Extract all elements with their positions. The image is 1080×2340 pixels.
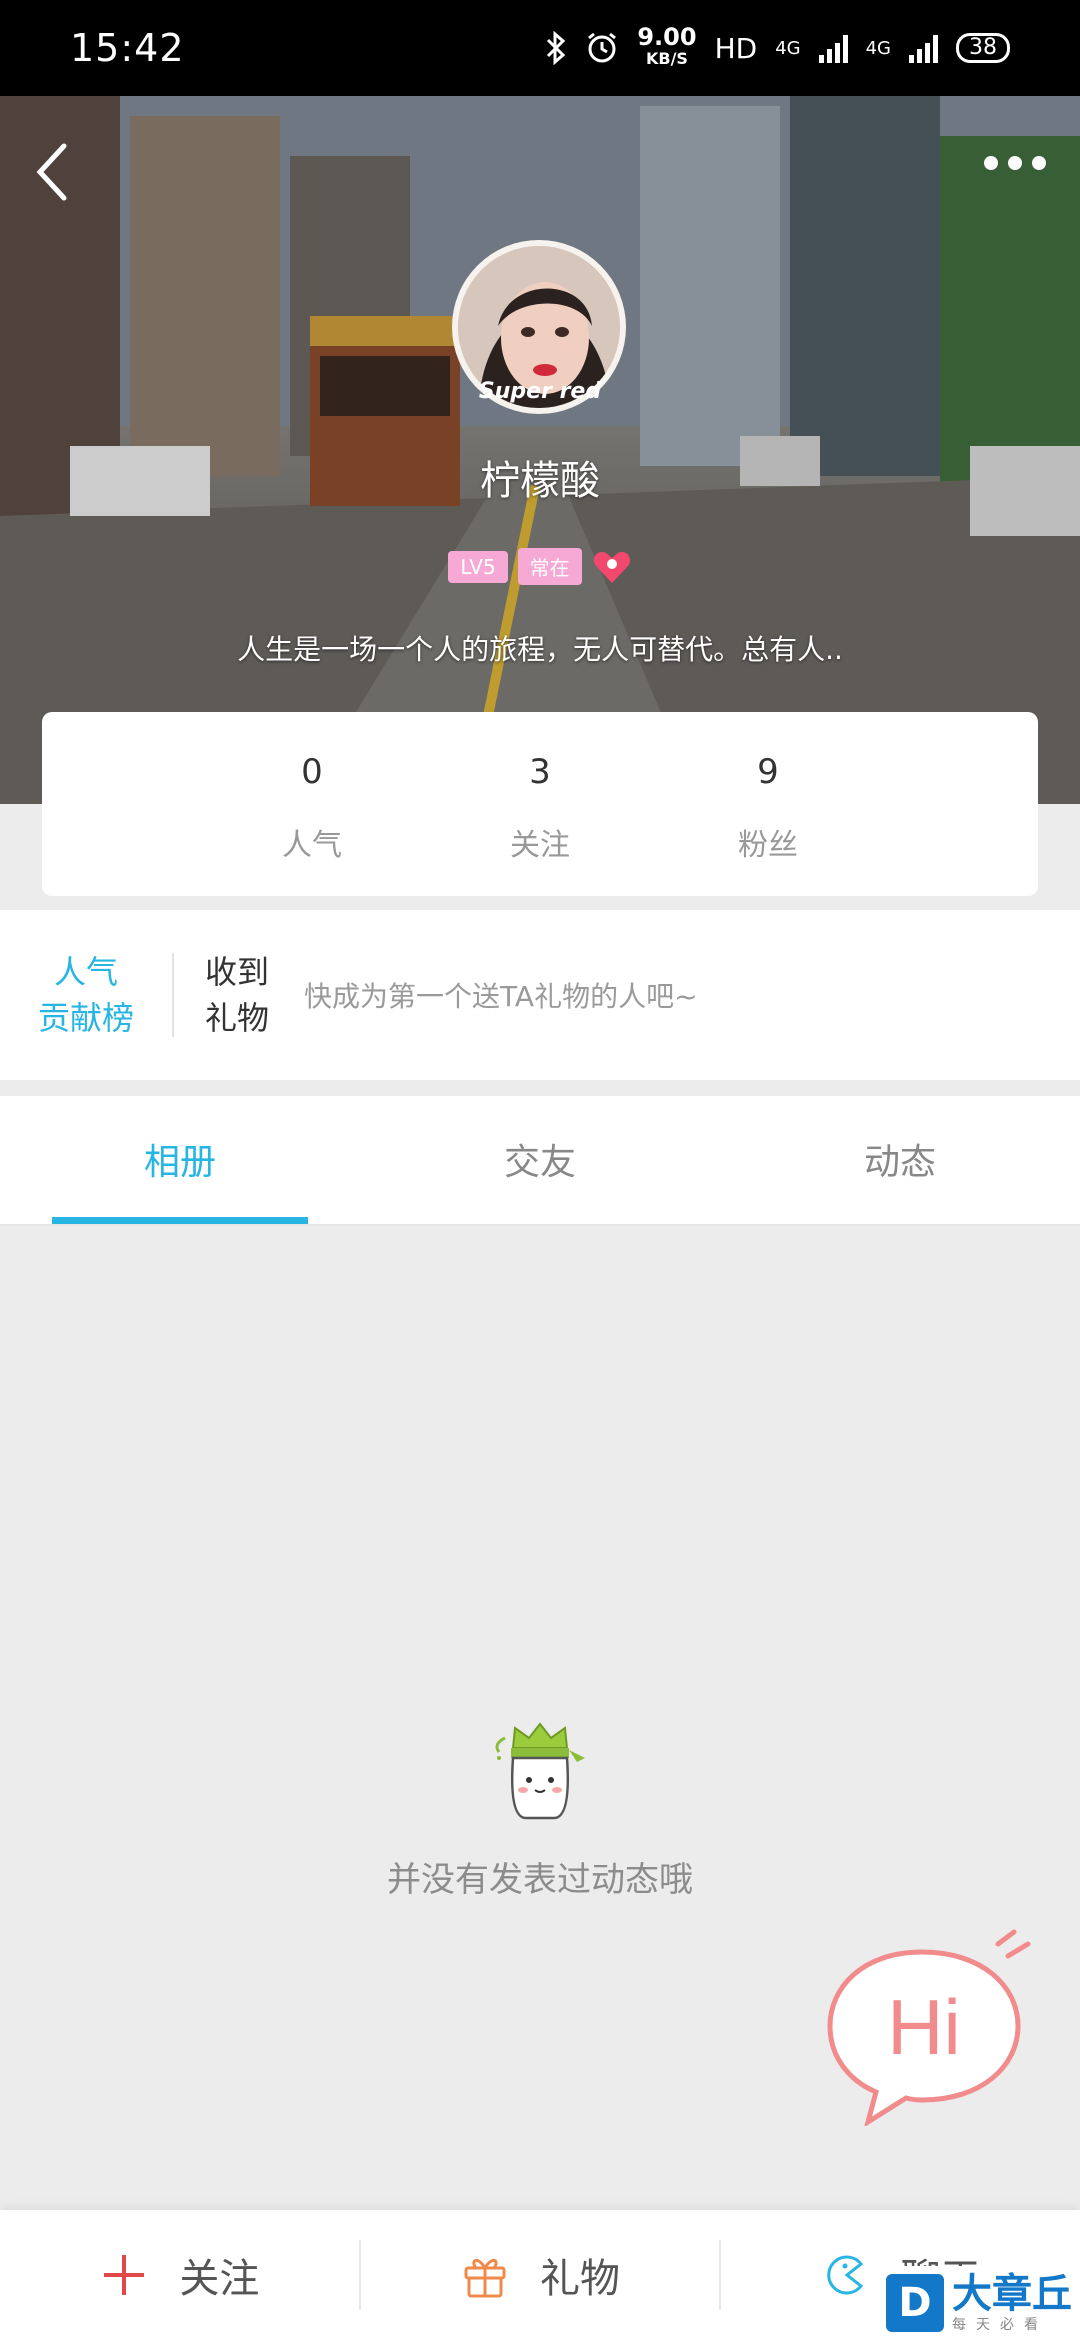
speed-value: 9.00	[637, 23, 697, 51]
watermark-subtitle: 每天必看	[952, 2317, 1048, 2333]
network-type-2: 4G	[865, 37, 891, 59]
tab-moments[interactable]: 动态	[720, 1096, 1080, 1224]
status-badge: 常在	[517, 548, 582, 585]
follow-label: 关注	[179, 2256, 260, 2302]
profile-badges: LV5 常在	[0, 548, 1080, 585]
profile-bio: 人生是一场一个人的旅程，无人可替代。总有人..	[237, 633, 843, 666]
gift-icon	[464, 2259, 506, 2298]
stat-label: 人气	[282, 828, 342, 863]
received-line1: 收到	[204, 953, 269, 991]
received-gifts-label: 收到 礼物	[174, 949, 300, 1041]
heart-location-icon	[593, 551, 630, 583]
network-speed: 9.00 KB/S	[637, 23, 697, 70]
more-dot-icon	[1032, 156, 1046, 170]
alarm-icon	[588, 32, 617, 63]
watermark-logo: D	[886, 2274, 944, 2332]
stat-value: 3	[529, 752, 551, 792]
stat-popularity[interactable]: 0 人气	[198, 712, 426, 896]
stat-fans[interactable]: 9 粉丝	[654, 712, 882, 896]
rank-label-line2: 贡献榜	[37, 999, 134, 1037]
received-line2: 礼物	[204, 999, 269, 1037]
rank-label-line1: 人气	[53, 953, 118, 991]
battery-icon: 38	[956, 33, 1010, 63]
speed-unit: KB/S	[645, 49, 688, 68]
gift-label: 礼物	[540, 2256, 620, 2302]
follow-button[interactable]: 关注	[0, 2246, 359, 2304]
signal-icon-2	[909, 33, 938, 63]
hi-greeting-button[interactable]: Hi	[822, 1926, 1044, 2126]
empty-mascot-icon	[495, 1722, 585, 1820]
tab-friends[interactable]: 交友	[360, 1096, 720, 1224]
more-dot-icon	[1008, 156, 1022, 170]
stat-label: 关注	[510, 828, 570, 863]
empty-state: 并没有发表过动态哦	[0, 1720, 1080, 1901]
empty-state-text: 并没有发表过动态哦	[387, 1860, 693, 1900]
hi-bubble-text: Hi	[887, 1983, 961, 2071]
avatar-caption: Super red	[478, 379, 602, 404]
stat-value: 9	[757, 752, 779, 792]
gift-button[interactable]: 礼物	[361, 2246, 720, 2304]
gift-section[interactable]: 人气 贡献榜 收到 礼物 快成为第一个送TA礼物的人吧~	[0, 910, 1080, 1080]
chat-icon	[826, 2255, 863, 2295]
network-type-1: 4G	[775, 37, 801, 59]
more-options-button[interactable]	[984, 156, 1046, 170]
stats-card: 0 人气 3 关注 9 粉丝	[42, 712, 1038, 896]
back-button[interactable]	[30, 136, 80, 206]
gift-empty-tip: 快成为第一个送TA礼物的人吧~	[304, 980, 698, 1013]
profile-tabs: 相册 交友 动态	[0, 1096, 1080, 1226]
bluetooth-icon	[547, 31, 566, 65]
status-time: 15:42	[70, 26, 185, 70]
stat-following[interactable]: 3 关注	[426, 712, 654, 896]
site-watermark: D 大章丘 每天必看	[880, 2266, 1080, 2340]
stat-label: 粉丝	[738, 828, 798, 863]
status-icons: 9.00 KB/S HD 4G 4G 38	[545, 23, 1010, 70]
level-badge: LV5	[448, 550, 508, 583]
watermark-title: 大章丘	[952, 2271, 1072, 2317]
profile-cover: Super red 柠檬酸 LV5 常在 人生是一场一个人的旅程，无人可替代。总…	[0, 96, 1080, 804]
profile-nickname: 柠檬酸	[480, 458, 600, 504]
status-bar: 15:42 9.00 KB/S HD 4G 4G 38	[0, 0, 1080, 96]
stat-value: 0	[301, 752, 323, 792]
hd-indicator: HD	[714, 31, 758, 65]
tab-album[interactable]: 相册	[0, 1096, 360, 1224]
signal-icon-1	[818, 33, 848, 63]
more-dot-icon	[984, 156, 998, 170]
plus-icon	[104, 2255, 145, 2295]
watermark-text: 大章丘 每天必看	[952, 2274, 1072, 2332]
contribution-ranking-link[interactable]: 人气 贡献榜	[0, 949, 172, 1041]
